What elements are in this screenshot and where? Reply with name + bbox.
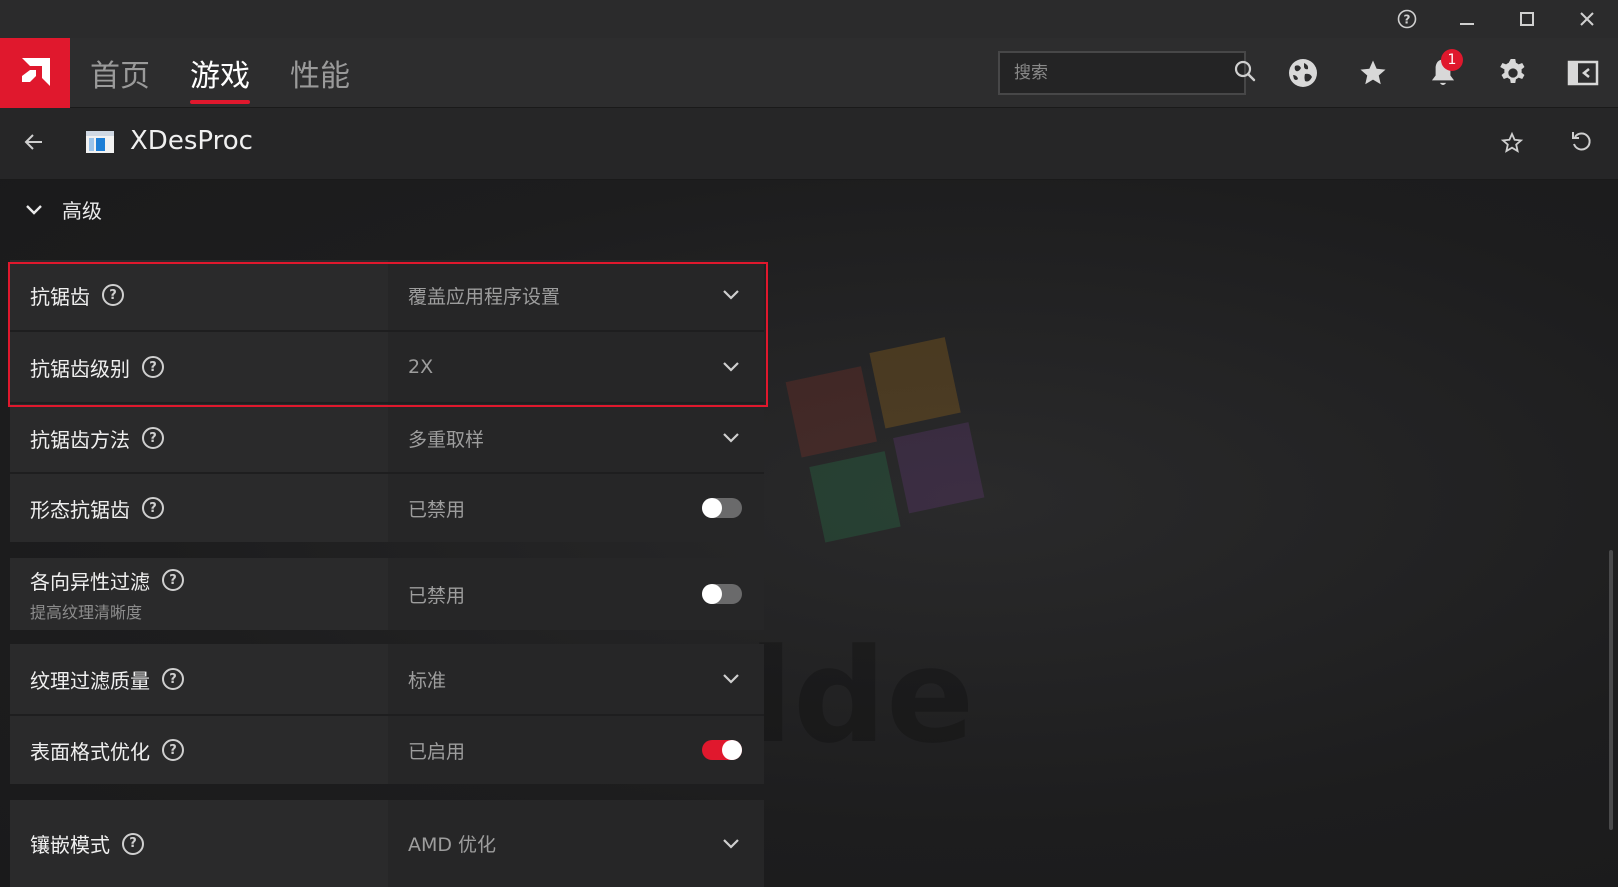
setting-label-cell: 抗锯齿方法 ?	[10, 404, 386, 472]
maximize-icon[interactable]	[1512, 4, 1542, 34]
close-icon[interactable]	[1572, 4, 1602, 34]
search-box	[998, 51, 1256, 95]
setting-surface-format-optimization: 表面格式优化 ? 已启用	[10, 714, 764, 784]
app-window-icon	[85, 129, 115, 159]
anisotropic-filtering-value: 已禁用	[388, 558, 764, 630]
section-title: 高级	[62, 198, 102, 223]
star-icon[interactable]	[1355, 55, 1391, 91]
toggle-knob	[722, 740, 742, 760]
reset-icon[interactable]	[1569, 130, 1593, 158]
setting-label: 抗锯齿方法	[30, 427, 130, 452]
setting-label: 抗锯齿	[30, 284, 90, 309]
setting-label: 纹理过滤质量	[30, 668, 150, 693]
help-icon[interactable]: ?	[102, 284, 124, 306]
globe-icon[interactable]	[1285, 55, 1321, 91]
anti-aliasing-level-dropdown[interactable]: 2X	[388, 332, 764, 402]
help-icon[interactable]: ?	[142, 356, 164, 378]
app-title: XDesProc	[130, 126, 253, 156]
anisotropic-filtering-toggle[interactable]	[702, 584, 742, 604]
help-icon[interactable]: ?	[162, 668, 184, 690]
setting-label-cell: 镶嵌模式 ?	[10, 800, 386, 887]
setting-texture-filtering-quality: 纹理过滤质量 ? 标准	[10, 644, 764, 714]
main-nav: 首页 游戏 性能 1	[0, 38, 1618, 108]
dropdown-value: 标准	[408, 669, 447, 692]
texture-filtering-quality-dropdown[interactable]: 标准	[388, 644, 764, 714]
setting-label-cell: 形态抗锯齿 ?	[10, 474, 386, 542]
amd-logo[interactable]	[0, 38, 70, 108]
toggle-state-label: 已禁用	[408, 498, 466, 521]
advanced-section-header[interactable]: 高级	[24, 194, 102, 224]
search-icon[interactable]	[1233, 59, 1257, 87]
chevron-down-icon	[723, 674, 739, 684]
anti-aliasing-method-dropdown[interactable]: 多重取样	[388, 404, 764, 472]
setting-label-cell: 纹理过滤质量 ?	[10, 644, 386, 714]
help-icon[interactable]: ?	[142, 497, 164, 519]
background-windows-logo	[785, 337, 985, 543]
help-icon[interactable]: ?	[162, 739, 184, 761]
chevron-down-icon	[723, 362, 739, 372]
setting-label: 各向异性过滤	[30, 569, 150, 594]
chevron-down-icon	[26, 205, 42, 215]
setting-label-cell: 表面格式优化 ?	[10, 716, 386, 784]
dropdown-value: 覆盖应用程序设置	[408, 285, 561, 308]
dropdown-value: AMD 优化	[408, 834, 497, 856]
tab-performance[interactable]: 性能	[290, 38, 350, 108]
game-header: XDesProc	[0, 108, 1618, 180]
toggle-knob	[702, 498, 722, 518]
setting-label-cell: 抗锯齿 ?	[10, 260, 386, 330]
toggle-state-label: 已启用	[408, 740, 466, 763]
setting-anti-aliasing-level: 抗锯齿级别 ? 2X	[10, 330, 764, 402]
favorite-star-icon[interactable]	[1500, 131, 1524, 159]
setting-morphological-aa: 形态抗锯齿 ? 已禁用	[10, 472, 764, 542]
surface-format-optimization-toggle[interactable]	[702, 740, 742, 760]
morphological-aa-toggle[interactable]	[702, 498, 742, 518]
tab-gaming[interactable]: 游戏	[190, 38, 250, 108]
search-input[interactable]	[1014, 63, 1233, 83]
morphological-aa-value: 已禁用	[388, 474, 764, 542]
setting-anisotropic-filtering: 各向异性过滤 ? 提高纹理清晰度 已禁用	[10, 558, 764, 630]
setting-anti-aliasing: 抗锯齿 ? 覆盖应用程序设置	[10, 260, 764, 330]
dropdown-value: 2X	[408, 356, 434, 378]
chevron-down-icon	[723, 838, 739, 849]
tessellation-mode-dropdown[interactable]: AMD 优化	[388, 800, 764, 887]
setting-label: 抗锯齿级别	[30, 356, 130, 381]
tab-home[interactable]: 首页	[90, 38, 150, 108]
help-icon[interactable]: ?	[1392, 4, 1422, 34]
notification-badge: 1	[1441, 49, 1463, 71]
minimize-icon[interactable]	[1452, 4, 1482, 34]
help-icon[interactable]: ?	[122, 832, 144, 855]
title-bar: ?	[0, 0, 1618, 38]
help-icon[interactable]: ?	[142, 427, 164, 449]
setting-anti-aliasing-method: 抗锯齿方法 ? 多重取样	[10, 402, 764, 472]
setting-label-cell: 各向异性过滤 ? 提高纹理清晰度	[10, 558, 386, 630]
settings-content: dde 高级 抗锯齿 ? 覆盖应用程序设置 抗锯齿级别 ? 2X 抗锯齿方法 ?	[0, 180, 1618, 887]
toggle-state-label: 已禁用	[408, 584, 466, 607]
toggle-knob	[702, 584, 722, 604]
chevron-down-icon	[723, 433, 739, 443]
chevron-down-icon	[723, 290, 739, 300]
setting-label: 镶嵌模式	[30, 833, 110, 857]
setting-label: 形态抗锯齿	[30, 497, 130, 522]
help-icon[interactable]: ?	[162, 569, 184, 591]
svg-text:?: ?	[1404, 13, 1411, 27]
anti-aliasing-dropdown[interactable]: 覆盖应用程序设置	[388, 260, 764, 330]
notification-bell-icon[interactable]: 1	[1425, 49, 1463, 91]
setting-description: 提高纹理清晰度	[30, 602, 143, 622]
surface-format-optimization-value: 已启用	[388, 716, 764, 784]
scrollbar[interactable]	[1609, 550, 1613, 830]
setting-label: 表面格式优化	[30, 739, 150, 764]
back-arrow-icon[interactable]	[22, 130, 46, 158]
setting-tessellation-mode: 镶嵌模式 ? AMD 优化	[10, 800, 764, 887]
dropdown-value: 多重取样	[408, 428, 485, 451]
sidebar-toggle-icon[interactable]	[1565, 55, 1601, 91]
gear-icon[interactable]	[1495, 55, 1531, 91]
setting-label-cell: 抗锯齿级别 ?	[10, 332, 386, 402]
